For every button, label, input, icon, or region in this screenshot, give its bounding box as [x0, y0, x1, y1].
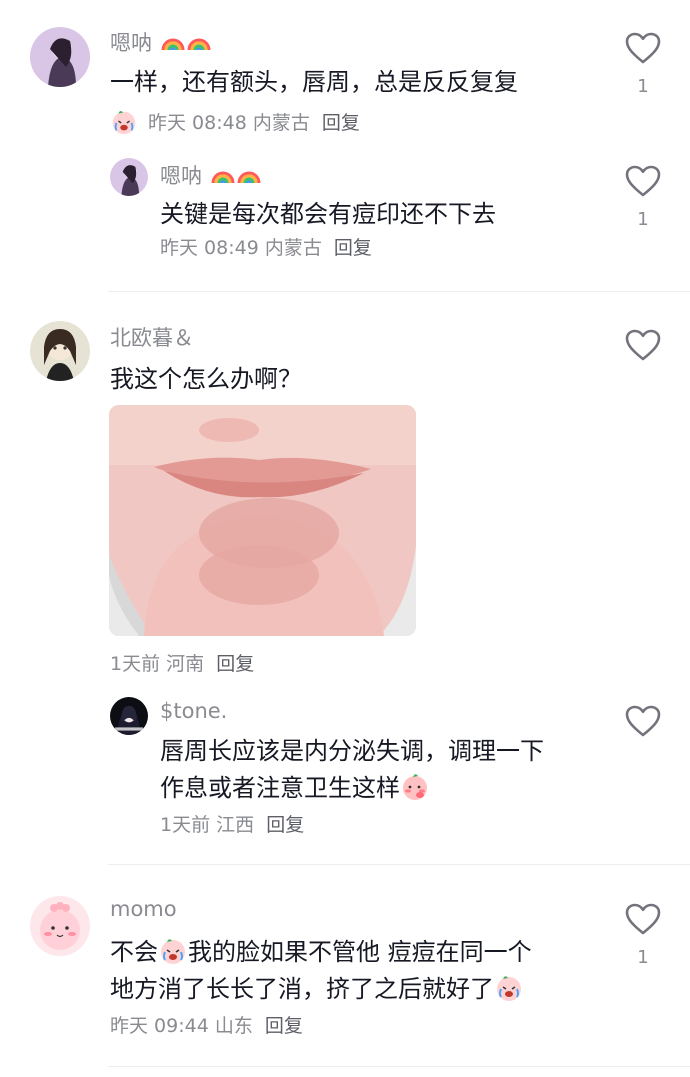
like-count: 1: [637, 209, 649, 230]
comment-time: 1天前: [110, 653, 161, 675]
reply-username[interactable]: $tone.: [160, 699, 227, 723]
rainbow-emoji-icon: [237, 163, 261, 187]
avatar[interactable]: [30, 27, 90, 87]
like-button[interactable]: [623, 705, 663, 737]
reply-text: 唇周长应该是内分泌失调，调理一下: [160, 737, 544, 765]
comment-location: 河南: [166, 653, 205, 675]
crying-emoji-icon: [494, 973, 524, 1003]
comment-meta: 1天前 河南 回复: [110, 649, 254, 676]
comment-username[interactable]: 北欧暮＆: [110, 322, 194, 352]
reply-location: 内蒙古: [264, 237, 322, 259]
avatar[interactable]: [30, 896, 90, 956]
heart-outline-icon: [625, 329, 661, 361]
comment-time: 昨天 08:48: [148, 112, 247, 134]
comment-location: 内蒙古: [252, 112, 310, 134]
comment-text: 我这个怎么办啊？: [110, 365, 302, 393]
comment-meta: 昨天 09:44 山东 回复: [110, 1011, 303, 1038]
comment-meta: 昨天 08:48 内蒙古 回复: [110, 108, 360, 136]
comment-image[interactable]: [109, 405, 416, 636]
rainbow-emoji-icon: [211, 163, 235, 187]
comment-username[interactable]: 嗯呐: [110, 27, 211, 57]
heart-outline-icon: [625, 32, 661, 64]
divider: [108, 1066, 690, 1067]
heart-outline-icon: [625, 903, 661, 935]
avatar[interactable]: [110, 158, 148, 196]
comment-text: 地方消了长长了消，挤了之后就好了: [110, 971, 524, 1008]
reply-time: 1天前: [160, 814, 211, 836]
reply-button[interactable]: 回复: [266, 814, 304, 836]
like-button[interactable]: [623, 329, 663, 361]
face-photo: [109, 405, 416, 636]
reply-button[interactable]: 回复: [322, 112, 360, 134]
rainbow-emoji-icon: [187, 30, 211, 54]
reply-text: 作息或者注意卫生这样: [160, 770, 430, 807]
like-button[interactable]: 1: [623, 903, 663, 968]
divider: [108, 864, 690, 865]
reply-meta: 1天前 江西 回复: [160, 810, 304, 837]
reply-button[interactable]: 回复: [334, 237, 372, 259]
like-button[interactable]: 1: [623, 165, 663, 230]
reply-button[interactable]: 回复: [265, 1015, 303, 1037]
rainbow-emoji-icon: [161, 30, 185, 54]
divider: [108, 291, 690, 292]
heart-outline-icon: [625, 705, 661, 737]
like-count: 1: [637, 947, 649, 968]
reply-meta: 昨天 08:49 内蒙古 回复: [160, 233, 372, 260]
comment-location: 山东: [214, 1015, 253, 1037]
crying-emoji-icon: [110, 108, 138, 136]
comment-username[interactable]: momo: [110, 897, 177, 921]
reply-time: 昨天 08:49: [160, 237, 259, 259]
crying-emoji-icon: [158, 936, 188, 966]
comment-text: 一样，还有额头，唇周，总是反反复复: [110, 68, 518, 96]
reply-username[interactable]: 嗯呐: [160, 160, 261, 190]
peach-shy-emoji-icon: [400, 772, 430, 802]
avatar[interactable]: [30, 321, 90, 381]
heart-outline-icon: [625, 165, 661, 197]
comment-text: 不会 我的脸如果不管他 痘痘在同一个: [110, 936, 532, 966]
avatar[interactable]: [110, 697, 148, 735]
like-button[interactable]: 1: [623, 32, 663, 97]
comment-time: 昨天 09:44: [110, 1015, 209, 1037]
reply-text: 关键是每次都会有痘印还不下去: [160, 200, 496, 228]
like-count: 1: [637, 76, 649, 97]
reply-button[interactable]: 回复: [216, 653, 254, 675]
reply-location: 江西: [216, 814, 255, 836]
